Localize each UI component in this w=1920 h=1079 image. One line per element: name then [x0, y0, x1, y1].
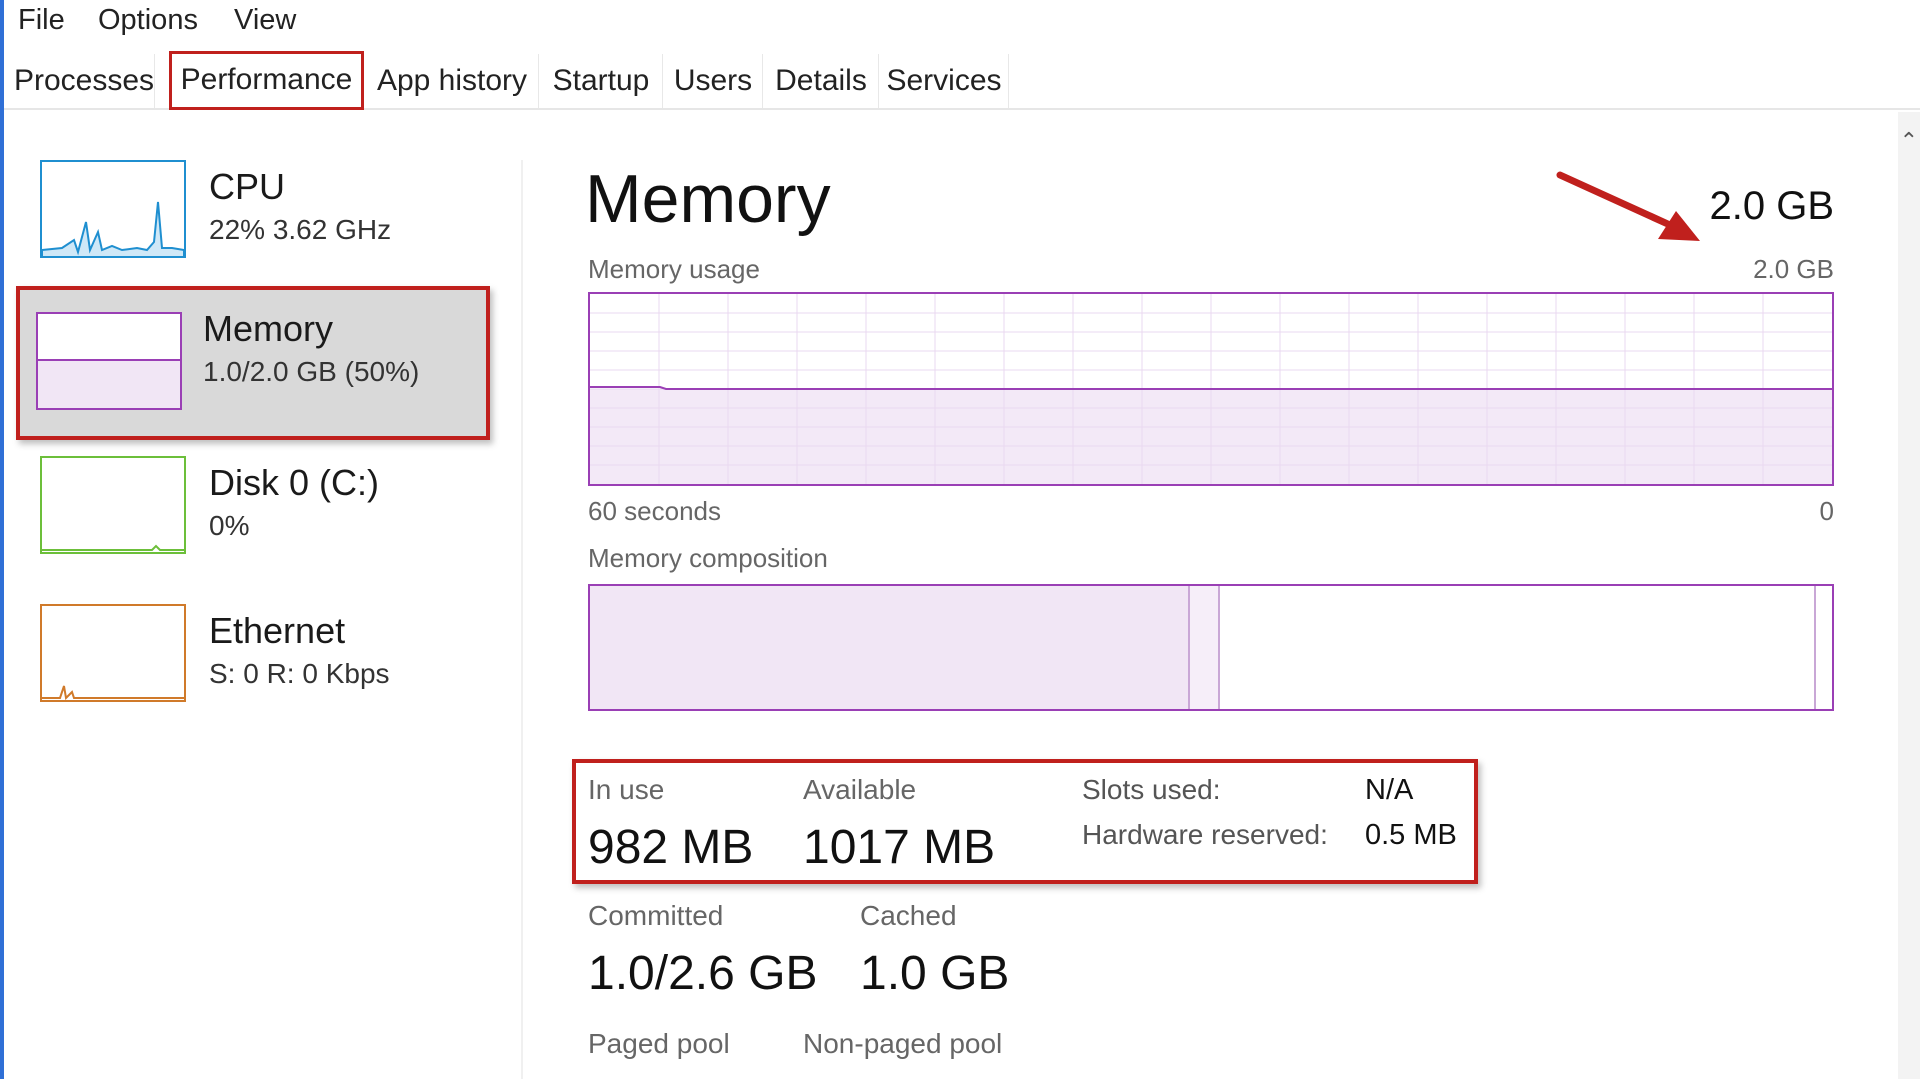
cpu-thumbnail-graph [40, 160, 186, 258]
tab-services[interactable]: Services [880, 54, 1009, 108]
sidebar-item-cpu[interactable]: CPU 22% 3.62 GHz [14, 152, 504, 296]
committed-value: 1.0/2.6 GB [588, 947, 818, 1000]
cpu-sparkline [41, 201, 185, 256]
in-use-value: 982 MB [588, 821, 754, 874]
memory-name: Memory [203, 308, 334, 349]
available-value: 1017 MB [803, 821, 996, 874]
ethernet-thumbnail-graph [40, 604, 186, 702]
ethernet-throughput: S: 0 R: 0 Kbps [209, 658, 390, 689]
total-memory: 2.0 GB [1709, 184, 1834, 228]
disk-name: Disk 0 (C:) [209, 462, 379, 503]
memory-composition-bar [588, 584, 1834, 711]
time-axis-label: 60 seconds [588, 496, 721, 526]
memory-usage: 1.0/2.0 GB (50%) [203, 356, 420, 387]
annotation-arrow-icon [1556, 171, 1700, 241]
ethernet-sparkline [42, 685, 184, 701]
time-axis-end: 0 [1819, 496, 1834, 526]
tab-performance[interactable]: Performance [169, 51, 364, 110]
vertical-scrollbar[interactable] [1898, 112, 1920, 1079]
cpu-name: CPU [209, 166, 286, 207]
memory-usage-graph [588, 292, 1834, 486]
tab-users[interactable]: Users [664, 54, 763, 108]
available-label: Available [803, 774, 917, 805]
ethernet-name: Ethernet [209, 610, 346, 651]
memory-composition-label: Memory composition [588, 543, 828, 573]
committed-label: Committed [588, 900, 724, 931]
composition-in-use [590, 586, 1190, 709]
memory-usage-max: 2.0 GB [1753, 254, 1834, 284]
menu-bar: File Options View [4, 0, 1920, 44]
memory-usage-grid [590, 294, 1832, 484]
sidebar-item-memory[interactable]: Memory 1.0/2.0 GB (50%) [16, 286, 490, 440]
performance-sidebar: CPU 22% 3.62 GHz Memory 1.0/2.0 GB (50%)… [4, 110, 522, 1079]
scroll-up-icon[interactable]: ⌃ [1900, 128, 1918, 154]
disk-thumbnail-graph [40, 456, 186, 554]
sidebar-divider [521, 160, 523, 1079]
disk-sparkline [42, 544, 184, 551]
menu-view[interactable]: View [234, 4, 296, 37]
disk-usage: 0% [209, 510, 250, 541]
tab-processes[interactable]: Processes [14, 54, 155, 108]
tab-startup[interactable]: Startup [540, 54, 663, 108]
sidebar-item-disk[interactable]: Disk 0 (C:) 0% [14, 448, 504, 592]
memory-thumbnail-fill [38, 359, 180, 408]
memory-thumbnail-graph [36, 312, 182, 410]
tab-app-history[interactable]: App history [366, 54, 539, 108]
sidebar-item-ethernet[interactable]: Ethernet S: 0 R: 0 Kbps [14, 596, 504, 740]
menu-options[interactable]: Options [98, 4, 198, 37]
page-title: Memory [585, 161, 831, 237]
paged-pool-label: Paged pool [588, 1028, 730, 1059]
slots-used-value: N/A [1365, 774, 1414, 806]
hardware-reserved-value: 0.5 MB [1365, 819, 1457, 851]
in-use-label: In use [588, 774, 665, 805]
non-paged-pool-label: Non-paged pool [803, 1028, 1003, 1059]
slots-used-label: Slots used: [1082, 774, 1221, 805]
composition-modified [1190, 586, 1220, 709]
memory-usage-label: Memory usage [588, 254, 760, 284]
hardware-reserved-label: Hardware reserved: [1082, 819, 1328, 850]
cached-label: Cached [860, 900, 957, 931]
tab-bar: Processes Performance App history Startu… [4, 51, 1920, 110]
menu-file[interactable]: File [18, 4, 65, 37]
cpu-usage: 22% 3.62 GHz [209, 214, 392, 245]
composition-free-divider [1814, 586, 1816, 709]
cached-value: 1.0 GB [860, 947, 1010, 1000]
tab-details[interactable]: Details [764, 54, 879, 108]
